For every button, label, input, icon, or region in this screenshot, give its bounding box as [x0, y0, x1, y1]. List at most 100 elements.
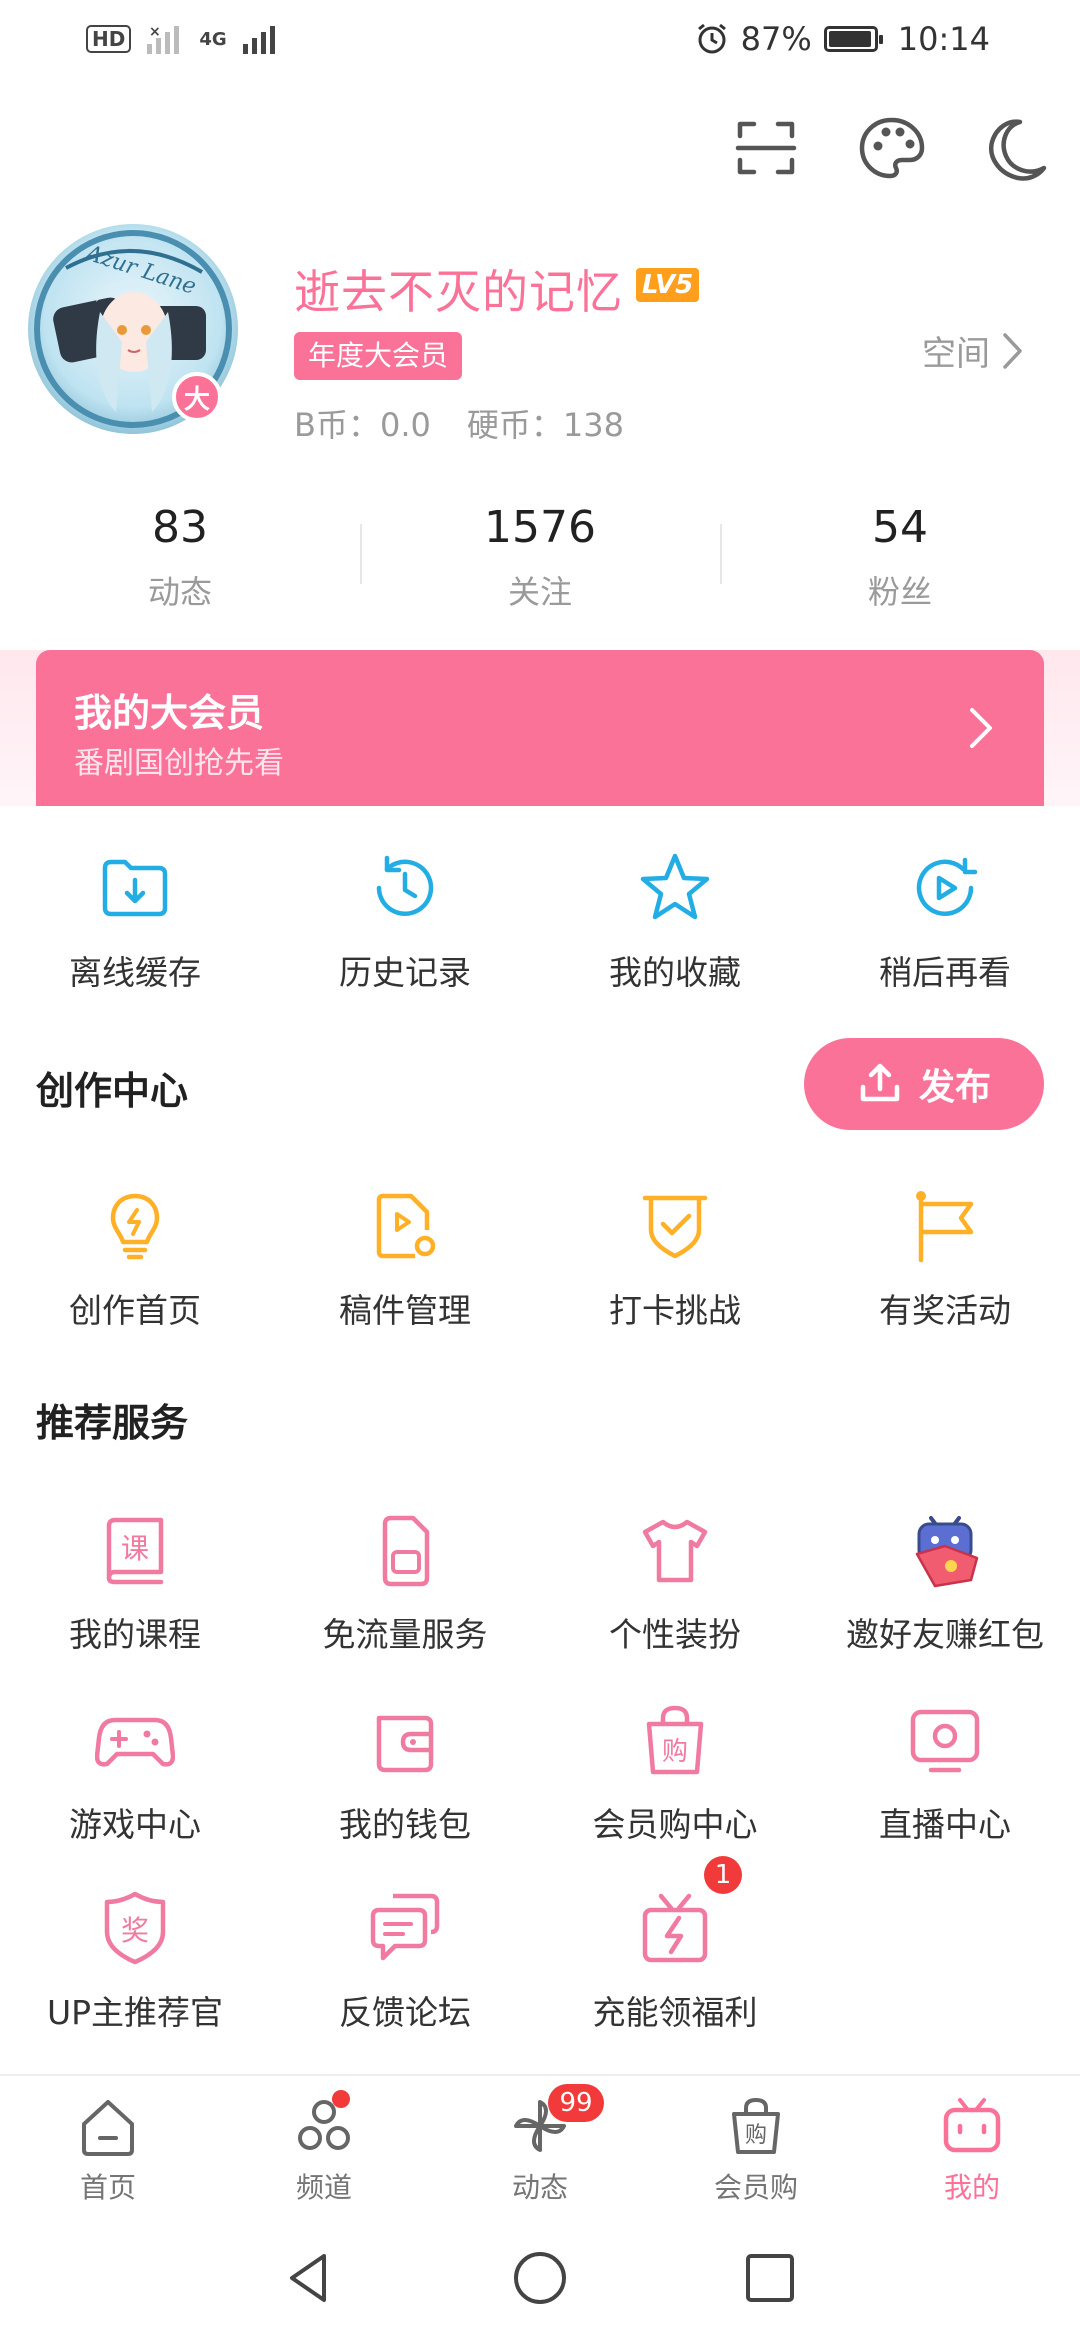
nav-label: 频道 — [295, 2171, 352, 2204]
service-dressup[interactable]: 个性装扮 — [540, 1510, 810, 1656]
nav-channel[interactable]: 频道 — [244, 2094, 404, 2206]
notification-badge: 1 — [704, 1856, 742, 1894]
quick-history[interactable]: 历史记录 — [270, 848, 540, 994]
stat-dynamics[interactable]: 83 动态 — [80, 502, 280, 613]
checkin-shield-icon — [642, 1195, 708, 1259]
service-invite-friends[interactable]: 邀好友赚红包 — [810, 1510, 1080, 1656]
vip-avatar-badge: 大 — [172, 372, 222, 422]
moon-icon — [988, 119, 1047, 181]
grid-item-label: 打卡挑战 — [609, 1291, 741, 1330]
username: 逝去不灭的记忆 — [294, 265, 623, 319]
back-triangle-icon[interactable] — [280, 2248, 340, 2308]
nav-mine[interactable]: 我的 — [892, 2094, 1052, 2206]
service-up-recommender[interactable]: 奖 UP主推荐官 — [0, 1888, 270, 2034]
chevron-right-icon — [970, 708, 992, 748]
theme-button[interactable] — [856, 112, 928, 184]
publish-label: 发布 — [918, 1067, 991, 1108]
tv-mine-icon — [943, 2098, 1001, 2153]
grid-item-label: 反馈论坛 — [339, 1993, 471, 2032]
recents-square-icon[interactable] — [740, 2248, 800, 2308]
svg-text:奖: 奖 — [121, 1914, 149, 1947]
vip-tag[interactable]: 年度大会员 — [294, 332, 463, 380]
home-circle-icon[interactable] — [510, 2248, 570, 2308]
clock: 10:14 — [897, 20, 990, 58]
gamepad-icon — [95, 1717, 175, 1767]
vip-banner[interactable]: 我的大会员 番剧国创抢先看 — [36, 650, 1044, 806]
status-left: HD × 4G — [86, 22, 281, 56]
stat-label: 动态 — [147, 573, 212, 611]
nav-label: 动态 — [511, 2171, 568, 2204]
stat-label: 关注 — [507, 573, 572, 611]
status-bar: HD × 4G 87% 10:14 — [0, 0, 1080, 84]
grid-item-label: 我的收藏 — [609, 953, 741, 992]
service-feedback[interactable]: 反馈论坛 — [270, 1888, 540, 2034]
nav-label: 首页 — [79, 2171, 136, 2204]
service-free-data[interactable]: 免流量服务 — [270, 1510, 540, 1656]
scan-button[interactable] — [730, 112, 802, 184]
grid-item-label: 直播中心 — [879, 1805, 1011, 1844]
dynamics-badge: 99 — [548, 2084, 604, 2122]
quick-favorites[interactable]: 我的收藏 — [540, 848, 810, 994]
service-wallet[interactable]: 我的钱包 — [270, 1700, 540, 1846]
grid-item-label: 游戏中心 — [69, 1805, 201, 1844]
palette-icon — [859, 117, 925, 179]
scan-icon — [735, 121, 797, 175]
stat-label: 粉丝 — [867, 573, 932, 611]
star-icon — [640, 853, 710, 920]
gift-lightning-icon — [642, 1893, 708, 1963]
grid-item-label: 历史记录 — [339, 953, 471, 992]
service-vip-shop[interactable]: 购 会员购中心 — [540, 1700, 810, 1846]
watch-later-icon — [916, 857, 978, 916]
shopping-bag-icon: 购 — [732, 2097, 780, 2154]
night-mode-button[interactable] — [980, 112, 1052, 184]
space-link[interactable]: 空间 — [922, 326, 1024, 375]
service-charge-benefits[interactable]: 充能领福利 — [540, 1888, 810, 2034]
stat-number: 54 — [872, 502, 928, 553]
stat-number: 83 — [152, 502, 208, 553]
grid-item-label: 创作首页 — [69, 1291, 201, 1330]
system-nav-bar — [0, 2220, 1080, 2340]
alarm-icon — [697, 23, 726, 54]
creation-manuscripts[interactable]: 稿件管理 — [270, 1186, 540, 1332]
flag-icon — [916, 1191, 974, 1263]
creation-events[interactable]: 有奖活动 — [810, 1186, 1080, 1332]
stat-fans[interactable]: 54 粉丝 — [800, 502, 1000, 613]
services-title: 推荐服务 — [36, 1401, 189, 1445]
home-icon — [82, 2100, 134, 2156]
tv-mascot-envelope-icon — [915, 1516, 979, 1588]
service-course[interactable]: 课 我的课程 — [0, 1510, 270, 1656]
signal-1-icon: × — [147, 24, 180, 54]
creation-checkin[interactable]: 打卡挑战 — [540, 1186, 810, 1332]
divider — [360, 524, 362, 584]
nav-label: 会员购 — [713, 2171, 798, 2204]
quick-offline-cache[interactable]: 离线缓存 — [0, 848, 270, 994]
stat-following[interactable]: 1576 关注 — [440, 502, 640, 613]
stat-number: 1576 — [484, 502, 596, 553]
signal-2-icon — [242, 26, 275, 54]
service-game-center[interactable]: 游戏中心 — [0, 1700, 270, 1846]
quick-watch-later[interactable]: 稍后再看 — [810, 848, 1080, 994]
battery-percent: 87% — [740, 20, 812, 58]
wallet-icon — [376, 1715, 434, 1773]
space-link-label: 空间 — [922, 334, 990, 374]
vip-banner-subtitle: 番剧国创抢先看 — [74, 746, 284, 781]
grid-item-label: 会员购中心 — [592, 1805, 758, 1844]
manuscript-icon — [376, 1193, 436, 1259]
nav-vip-shop[interactable]: 购 会员购 — [676, 2094, 836, 2206]
service-live-center[interactable]: 直播中心 — [810, 1700, 1080, 1846]
nav-home[interactable]: 首页 — [28, 2094, 188, 2206]
lightbulb-icon — [110, 1193, 160, 1260]
hd-indicator: HD — [86, 25, 132, 53]
grid-item-label: UP主推荐官 — [46, 1993, 224, 2032]
svg-text:×: × — [149, 24, 161, 40]
tshirt-icon — [642, 1519, 708, 1583]
publish-button[interactable]: 发布 — [804, 1038, 1044, 1130]
creation-home[interactable]: 创作首页 — [0, 1186, 270, 1332]
award-shield-icon: 奖 — [104, 1891, 166, 1965]
svg-text:购: 购 — [745, 2123, 767, 2148]
bottom-nav: 首页 频道 动态 购 会员购 我的 99 — [0, 2074, 1080, 2220]
grid-item-label: 免流量服务 — [322, 1615, 488, 1654]
vip-banner-title: 我的大会员 — [74, 691, 265, 735]
level-badge: LV5 — [636, 268, 700, 302]
course-book-icon: 课 — [106, 1517, 164, 1585]
